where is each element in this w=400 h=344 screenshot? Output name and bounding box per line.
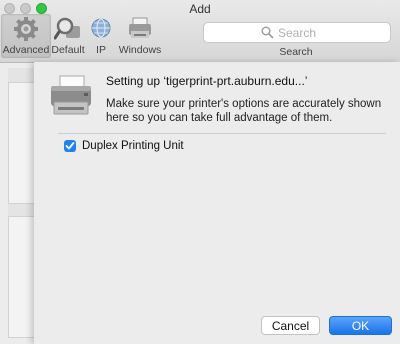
window-toolbar: Add Advanced Default IP Windows Search S… bbox=[0, 0, 400, 63]
cancel-button[interactable]: Cancel bbox=[261, 316, 320, 335]
printer-icon bbox=[51, 75, 91, 115]
toolbar-windows[interactable]: Windows bbox=[115, 14, 165, 58]
printer-setup-sheet: Setting up ‘tigerprint-prt.auburn.edu...… bbox=[34, 62, 400, 344]
windows-printer-icon bbox=[129, 17, 151, 38]
duplex-label: Duplex Printing Unit bbox=[82, 140, 184, 152]
search-icon bbox=[261, 26, 274, 39]
search-field[interactable] bbox=[203, 22, 391, 43]
printer-list-background bbox=[8, 68, 36, 338]
globe-icon bbox=[91, 18, 111, 38]
sheet-message: Make sure your printer's options are acc… bbox=[106, 98, 382, 124]
gear-icon bbox=[14, 17, 38, 41]
list-item bbox=[8, 82, 36, 204]
list-item bbox=[8, 216, 36, 338]
toolbar-windows-label: Windows bbox=[118, 44, 162, 56]
search-label: Search bbox=[279, 46, 313, 58]
ok-button[interactable]: OK bbox=[329, 316, 392, 335]
sheet-title: Setting up ‘tigerprint-prt.auburn.edu...… bbox=[106, 74, 308, 88]
search-input[interactable] bbox=[278, 24, 378, 41]
divider bbox=[58, 133, 386, 134]
duplex-checkbox[interactable] bbox=[64, 140, 76, 152]
checkmark-icon bbox=[65, 142, 75, 150]
